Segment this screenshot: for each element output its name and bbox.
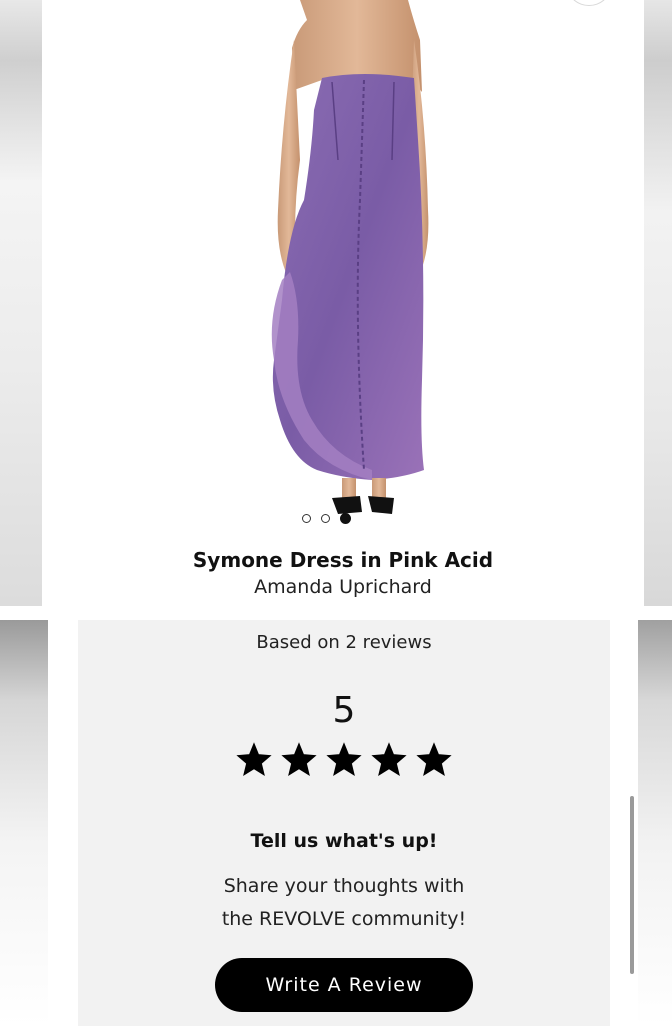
- star-filled-icon: [416, 742, 452, 776]
- carousel-dot-active[interactable]: [340, 513, 351, 524]
- left-gutter-top: [0, 0, 42, 606]
- left-gutter-bottom: [0, 620, 48, 1026]
- write-review-button[interactable]: Write A Review: [215, 958, 473, 1012]
- average-rating: 5: [332, 690, 356, 731]
- product-name: Symone Dress in Pink Acid: [192, 548, 494, 572]
- scrollbar[interactable]: [630, 796, 634, 974]
- star-filled-icon: [281, 742, 317, 776]
- review-cta-text: Share your thoughts with the REVOLVE com…: [78, 870, 610, 936]
- carousel-dot[interactable]: [302, 514, 311, 523]
- reviews-card: Based on 2 reviews 5 Tell us what's up! …: [78, 620, 610, 1026]
- dress-illustration: [271, 0, 429, 514]
- review-cta-line: Share your thoughts with: [223, 875, 465, 897]
- star-filled-icon: [326, 742, 362, 776]
- star-filled-icon: [236, 742, 272, 776]
- product-image[interactable]: [42, 0, 644, 530]
- review-cta-line: the REVOLVE community!: [221, 908, 467, 930]
- star-filled-icon: [371, 742, 407, 776]
- star-rating: [78, 742, 610, 778]
- product-card: Symone Dress in Pink Acid Amanda Upricha…: [42, 0, 644, 606]
- right-gutter-top: [644, 0, 672, 606]
- screenshot-seam: [0, 606, 672, 620]
- review-cta-title: Tell us what's up!: [250, 830, 438, 852]
- image-carousel-dots: [302, 513, 351, 524]
- product-brand[interactable]: Amanda Uprichard: [42, 576, 644, 598]
- right-gutter-bottom: [638, 620, 672, 1026]
- reviews-count: Based on 2 reviews: [256, 632, 432, 653]
- carousel-dot[interactable]: [321, 514, 330, 523]
